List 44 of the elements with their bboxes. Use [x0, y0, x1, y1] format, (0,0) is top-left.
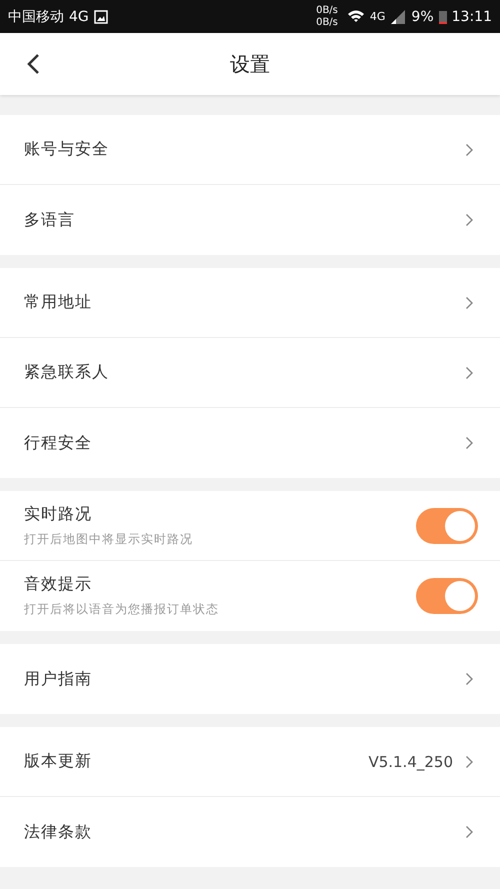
signal-type-text: 4G: [370, 10, 386, 23]
chevron-icon: [465, 436, 474, 450]
signal-icon: [390, 8, 406, 24]
settings-row[interactable]: 版本更新 V5.1.4_250: [0, 727, 500, 797]
row-label: 多语言: [24, 210, 76, 230]
clock-text: 13:11: [452, 8, 492, 24]
chevron-icon: [465, 142, 474, 156]
row-description: 打开后将以语音为您播报订单状态: [24, 601, 220, 618]
row-label: 紧急联系人: [24, 362, 110, 383]
settings-row[interactable]: 账号与安全: [0, 115, 500, 185]
row-label: 版本更新: [24, 751, 93, 772]
battery-text: 9%: [411, 8, 434, 24]
settings-row[interactable]: 常用地址: [0, 268, 500, 338]
chevron-icon: [465, 213, 474, 227]
back-icon[interactable]: [26, 53, 40, 75]
row-label: 账号与安全: [24, 139, 110, 160]
upload-speed: 0B/s: [316, 4, 338, 16]
network-text: 4G: [69, 8, 89, 24]
chevron-icon: [465, 825, 474, 839]
carrier-text: 中国移动: [8, 8, 64, 26]
settings-row[interactable]: 多语言: [0, 185, 500, 255]
chevron-icon: [465, 672, 474, 686]
chevron-icon: [465, 366, 474, 380]
settings-row[interactable]: 紧急联系人: [0, 338, 500, 408]
row-description: 打开后地图中将显示实时路况: [24, 530, 194, 548]
row-label: 实时路况: [24, 504, 93, 524]
row-label: 行程安全: [24, 432, 93, 454]
toggle-switch[interactable]: [416, 508, 478, 544]
chevron-icon: [465, 296, 474, 310]
version-text: V5.1.4_250: [368, 752, 453, 770]
settings-row[interactable]: 法律条款: [0, 797, 500, 867]
settings-row[interactable]: 行程安全: [0, 408, 500, 478]
battery-icon: [438, 10, 447, 24]
row-label: 法律条款: [24, 822, 93, 842]
row-label: 常用地址: [24, 292, 93, 313]
chevron-icon: [465, 754, 474, 768]
row-label: 音效提示: [24, 574, 93, 595]
toggle-switch[interactable]: [416, 578, 478, 614]
wifi-icon: [346, 8, 365, 24]
row-label: 用户指南: [24, 668, 93, 690]
page-title: 设置: [230, 50, 270, 78]
image-icon: [94, 10, 108, 24]
settings-row[interactable]: 用户指南: [0, 644, 500, 714]
download-speed: 0B/s: [316, 16, 338, 28]
